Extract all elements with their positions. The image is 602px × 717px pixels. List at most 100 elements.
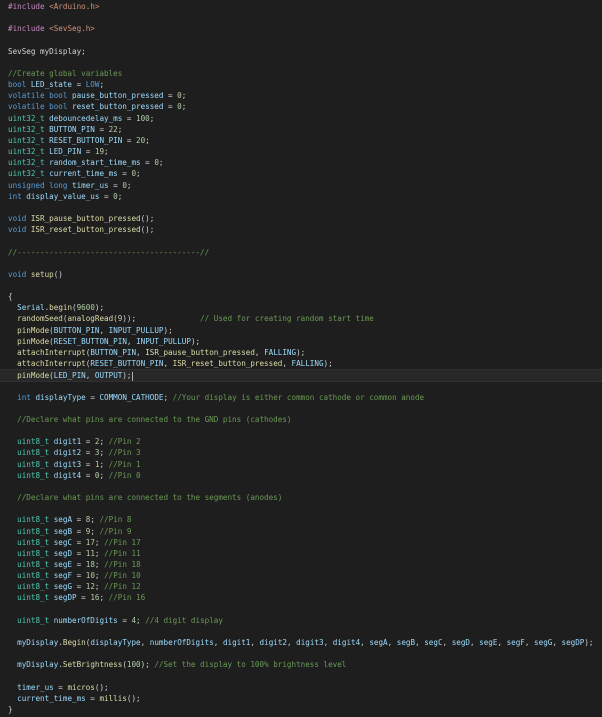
code-line[interactable]: uint8_t segDP = 16; //Pin 16 — [8, 592, 145, 603]
code-line[interactable]: uint8_t segA = 8; //Pin 8 — [8, 514, 131, 525]
code-token: ; — [94, 560, 105, 569]
code-line[interactable]: volatile bool reset_button_pressed = 0; — [8, 101, 186, 112]
code-token: digit1 — [53, 437, 82, 447]
code-token: , — [99, 325, 109, 335]
code-line[interactable]: uint8_t digit2 = 3; //Pin 3 — [8, 447, 140, 458]
code-token: digit4 — [332, 638, 361, 648]
code-line[interactable]: randomSeed(analogRead(9)); // Used for c… — [8, 313, 374, 324]
code-line[interactable]: pinMode(LED_PIN, OUTPUT); — [0, 369, 602, 383]
code-line[interactable]: pinMode(RESET_BUTTON_PIN, INPUT_PULLUP); — [8, 336, 200, 347]
code-line[interactable]: myDisplay.SetBrightness(100); //Set the … — [8, 659, 346, 670]
code-token: , — [415, 638, 425, 648]
code-token: uint32_t — [8, 169, 50, 179]
code-line[interactable]: #include <Arduino.h> — [8, 1, 99, 12]
code-line[interactable]: void ISR_reset_button_pressed(); — [8, 224, 154, 235]
code-line[interactable]: uint8_t segG = 12; //Pin 12 — [8, 581, 140, 592]
code-token: int — [8, 191, 27, 201]
code-token: //Create global variables — [8, 68, 123, 78]
code-line[interactable]: uint8_t segB = 9; //Pin 9 — [8, 526, 131, 537]
code-token: segF — [506, 638, 525, 648]
code-token: = — [94, 124, 109, 134]
code-line[interactable]: void ISR_pause_button_pressed(); — [8, 213, 154, 224]
code-token: segG — [534, 638, 553, 648]
code-line[interactable]: uint8_t segD = 11; //Pin 11 — [8, 548, 140, 559]
code-token: uint32_t — [8, 135, 50, 145]
code-token: ; — [163, 392, 173, 402]
code-token: unsigned — [8, 180, 50, 190]
code-line[interactable]: { — [8, 291, 13, 302]
code-editor[interactable]: #include <Arduino.h> #include <SevSeg.h> S… — [0, 0, 602, 717]
code-token: = — [108, 180, 123, 190]
code-token: segG — [53, 582, 73, 592]
code-line[interactable]: int display_value_us = 0; — [8, 191, 122, 202]
code-token: { — [8, 292, 13, 302]
code-line[interactable]: uint32_t BUTTON_PIN = 22; — [8, 124, 122, 135]
code-line[interactable]: current_time_ms = millis(); — [8, 693, 140, 704]
code-token: = — [117, 615, 132, 625]
code-line[interactable]: //Declare what pins are connected to the… — [8, 414, 291, 425]
code-line[interactable]: uint32_t current_time_ms = 0; — [8, 168, 141, 179]
code-line[interactable]: pinMode(BUTTON_PIN, INPUT_PULLUP); — [8, 325, 173, 336]
code-line[interactable]: myDisplay.Begin(displayType, numberOfDig… — [8, 637, 593, 648]
code-line[interactable]: //--------------------------------------… — [8, 247, 209, 258]
code-token: setup — [30, 269, 54, 279]
code-line[interactable]: int displayType = COMMON_CATHODE; //Your… — [8, 392, 424, 403]
code-line[interactable]: uint8_t segE = 18; //Pin 18 — [8, 559, 140, 570]
code-line[interactable]: //Create global variables — [8, 68, 122, 79]
code-token: ; — [99, 459, 109, 469]
code-token: ; — [181, 102, 187, 112]
code-line[interactable]: Serial.begin(9600); — [8, 302, 104, 313]
code-token: (); — [94, 682, 109, 692]
code-token: segD — [451, 638, 470, 648]
code-token: = — [163, 102, 178, 112]
code-token: //Pin 2 — [108, 437, 141, 447]
code-line[interactable]: uint32_t random_start_time_ms = 0; — [8, 157, 163, 168]
code-line[interactable]: //Declare what pins are connected to the… — [8, 492, 282, 503]
code-token: //Set the display to 100% brightness lev… — [154, 660, 347, 670]
code-token: segB — [396, 638, 416, 648]
code-token: uint8_t — [17, 459, 54, 469]
code-line[interactable]: SevSeg myDisplay; — [8, 46, 86, 57]
code-line[interactable]: } — [8, 704, 13, 715]
code-token: void — [8, 225, 31, 235]
code-line[interactable]: bool LED_state = LOW; — [8, 79, 104, 90]
code-token: void — [8, 214, 31, 224]
code-token: (); — [140, 225, 155, 235]
code-line[interactable]: timer_us = micros(); — [8, 682, 109, 693]
code-token: myDisplay — [17, 660, 59, 670]
code-token: ); — [190, 336, 201, 346]
code-line[interactable]: uint8_t digit1 = 2; //Pin 2 — [8, 436, 141, 447]
code-line[interactable]: attachInterrupt(RESET_BUTTON_PIN, ISR_re… — [8, 358, 333, 369]
code-line[interactable]: uint8_t digit3 = 1; //Pin 1 — [8, 459, 141, 470]
code-line[interactable]: uint8_t numberOfDigits = 4; //4 digit di… — [8, 615, 223, 626]
code-token: digit3 — [53, 459, 82, 469]
code-token: ; — [145, 135, 150, 145]
code-token: 18 — [85, 560, 95, 569]
code-line[interactable]: void setup() — [8, 269, 63, 280]
code-token: OUTPUT — [94, 371, 123, 381]
code-line[interactable]: attachInterrupt(BUTTON_PIN, ISR_pause_bu… — [8, 347, 305, 358]
code-token: current_time_ms — [17, 693, 86, 703]
code-line[interactable]: uint32_t LED_PIN = 19; — [8, 146, 109, 157]
code-token: displayType — [90, 638, 141, 648]
code-line[interactable]: uint32_t RESET_BUTTON_PIN = 20; — [8, 135, 150, 146]
code-line[interactable]: uint8_t digit4 = 0; //Pin 0 — [8, 470, 140, 481]
code-line[interactable]: uint8_t segF = 10; //Pin 10 — [8, 570, 140, 581]
code-line[interactable]: uint32_t debouncedelay_ms = 100; — [8, 113, 154, 124]
code-line[interactable]: #include <SevSeg.h> — [8, 23, 95, 34]
text-cursor — [131, 371, 133, 381]
code-line[interactable]: unsigned long timer_us = 0; — [8, 180, 131, 191]
code-token: ; — [94, 548, 105, 558]
code-token: //Pin 1 — [108, 459, 141, 469]
code-token: ; — [99, 448, 109, 458]
code-line[interactable]: volatile bool pause_button_pressed = 0; — [8, 90, 186, 101]
code-token: //Pin 17 — [104, 537, 141, 547]
code-token: uint32_t — [8, 147, 50, 157]
code-line[interactable]: uint8_t segC = 17; //Pin 17 — [8, 537, 141, 548]
